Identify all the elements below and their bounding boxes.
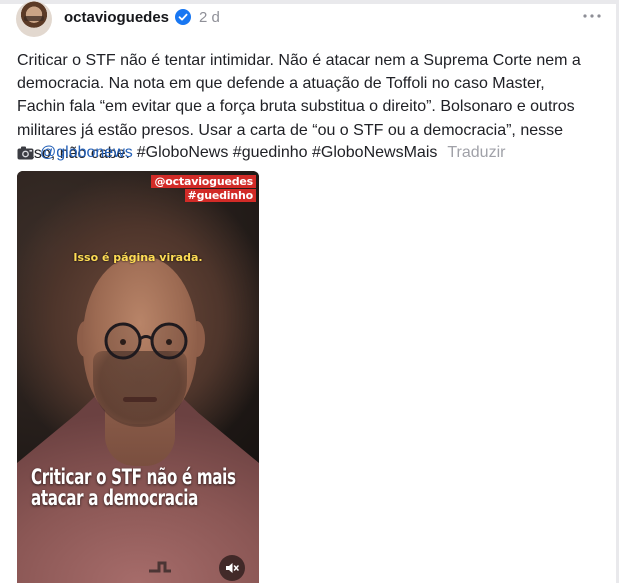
- video-subtitle: Isso é página virada.: [73, 251, 203, 264]
- video-caption: Criticar o STF não é mais atacar a democ…: [31, 467, 247, 509]
- glasses-icon: [101, 319, 191, 363]
- watermark-handle: @octavioguedes: [151, 175, 256, 188]
- author-avatar[interactable]: [16, 1, 52, 37]
- post-timestamp[interactable]: 2 d: [199, 9, 220, 26]
- mute-toggle-button[interactable]: [219, 555, 245, 581]
- muted-speaker-icon: [226, 563, 239, 573]
- more-options-button[interactable]: [581, 8, 603, 24]
- post-tags-line: @globonews #GloboNews #guedinho #GloboNe…: [17, 143, 505, 163]
- more-options-icon: [583, 14, 601, 18]
- translate-link[interactable]: Traduzir: [447, 143, 505, 163]
- video-watermark: @octavioguedes #guedinho: [151, 175, 256, 202]
- watermark-hashtag: #guedinho: [184, 189, 256, 202]
- mention-link[interactable]: @globonews: [40, 143, 133, 163]
- video-caption-line: Criticar o STF não é mais: [31, 465, 236, 489]
- video-player[interactable]: @octavioguedes #guedinho Isso é página v…: [17, 171, 259, 583]
- video-person-mouth: [123, 397, 157, 402]
- verified-badge-icon: [175, 9, 192, 25]
- video-caption-line: atacar a democracia: [31, 486, 199, 510]
- hashtags-text[interactable]: #GloboNews #guedinho #GloboNewsMais: [137, 143, 438, 163]
- author-username[interactable]: octavioguedes: [64, 9, 169, 26]
- window-top-edge: [0, 0, 619, 4]
- pointer-hand-icon: [149, 561, 171, 573]
- post-header: octavioguedes 2 d: [64, 6, 220, 28]
- camera-icon: [17, 146, 34, 160]
